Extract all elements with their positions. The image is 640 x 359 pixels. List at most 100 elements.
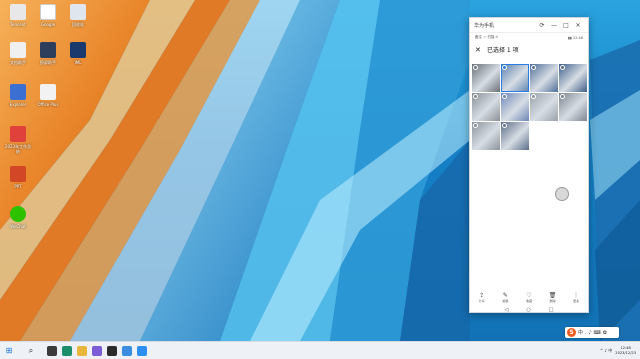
edge-taskbar-button[interactable] <box>59 342 74 359</box>
checked-icon[interactable] <box>502 65 507 70</box>
more-button[interactable]: ⋮ 更多 <box>568 292 584 303</box>
photo-thumbnail[interactable] <box>530 93 558 121</box>
minimize-button[interactable]: — <box>548 22 560 29</box>
clock[interactable]: 12:48 2023/12/23 <box>615 346 636 356</box>
ime-voice-icon[interactable]: ♪ <box>588 330 591 336</box>
checkbox-icon[interactable] <box>531 65 536 70</box>
checkbox-icon[interactable] <box>473 65 478 70</box>
desktop-icon-label: Google <box>40 22 56 27</box>
explorer-taskbar-button[interactable] <box>74 342 89 359</box>
photo-thumbnail[interactable] <box>530 64 558 92</box>
desktop-icon-recycle-bin[interactable]: 回收站 <box>64 4 92 27</box>
checkbox-icon[interactable] <box>560 94 565 99</box>
delete-button[interactable]: 🗑 删除 <box>545 292 561 303</box>
share-icon: ⇪ <box>479 292 485 299</box>
ime-skin-icon[interactable]: ✿ <box>603 330 607 336</box>
desktop-icon-tencent[interactable]: Tencent <box>4 4 32 27</box>
share-button[interactable]: ⇪ 分享 <box>474 292 490 303</box>
clock-date: 2023/12/23 <box>615 351 636 355</box>
sogou-logo-icon[interactable]: S <box>567 328 576 337</box>
checkbox-icon[interactable] <box>560 65 565 70</box>
close-window-button[interactable]: ✕ <box>572 22 584 29</box>
desktop-icon-label: 文档助手 <box>10 60 26 65</box>
system-tray: ^ ♪ 中 12:48 2023/12/23 <box>600 342 640 359</box>
touch-pointer-indicator <box>555 187 569 201</box>
action-label: 收藏 <box>525 299 532 303</box>
photo-thumbnail[interactable] <box>472 64 500 92</box>
selection-title: 已选择 1 项 <box>487 47 519 54</box>
terminal-taskbar-button[interactable] <box>104 342 119 359</box>
ime-toolbar[interactable]: S 中 ⸳ ♪ ⌨ ✿ <box>565 327 619 338</box>
photo-thumbnail[interactable] <box>472 122 500 150</box>
checkbox-icon[interactable] <box>531 94 536 99</box>
start-button[interactable]: ⊞ <box>0 342 18 359</box>
window-title: 华为手机 <box>474 22 495 29</box>
close-icon[interactable]: ✕ <box>475 46 487 54</box>
desktop-icon-explorer[interactable]: Explorer <box>4 84 32 107</box>
desktop-icon-pdf[interactable]: 2023年工作总结 <box>4 126 32 154</box>
edit-button[interactable]: ✎ 编辑 <box>497 292 513 303</box>
desktop-icon-label: IML <box>74 60 82 65</box>
back-icon[interactable]: ◁ <box>505 307 509 313</box>
window-titlebar[interactable]: 华为手机 ⟳ — □ ✕ <box>470 18 588 33</box>
checkbox-icon[interactable] <box>502 123 507 128</box>
desktop-icon-wechat[interactable]: WeChat <box>4 206 32 229</box>
desktop-icon-google[interactable]: Google <box>34 4 62 27</box>
file-icon <box>10 84 26 100</box>
tray-icons[interactable]: ^ ♪ 中 <box>600 348 612 354</box>
checkbox-icon[interactable] <box>473 123 478 128</box>
desktop-icon-ppt[interactable]: PPT <box>4 166 32 189</box>
taskview-taskbar-button[interactable] <box>44 342 59 359</box>
photo-thumbnail[interactable] <box>559 93 587 121</box>
store-taskbar-button[interactable] <box>89 342 104 359</box>
desktop-icon-label: Tencent <box>10 22 26 27</box>
desktop-icon-label: Explorer <box>9 102 27 107</box>
photo-thumbnail[interactable] <box>501 122 529 150</box>
photo-thumbnail[interactable] <box>501 64 529 92</box>
recents-icon[interactable]: □ <box>549 307 554 313</box>
desktop-icon-cast[interactable]: 投屏助手 <box>34 42 62 65</box>
app-icon <box>10 4 26 20</box>
more-icon: ⋮ <box>573 292 580 299</box>
wechat-icon <box>10 206 26 222</box>
office-icon <box>40 84 56 100</box>
photo-grid <box>472 64 588 150</box>
taskbar-apps <box>44 342 149 359</box>
chrome-icon <box>40 4 56 20</box>
monitor-icon <box>40 42 56 58</box>
photo-thumbnail[interactable] <box>501 93 529 121</box>
phone-status-bar: 备注 ☆ 扫描 ⊙ ▮▮ 12:48 <box>470 33 588 42</box>
photo-thumbnail[interactable] <box>472 93 500 121</box>
app-icon <box>10 42 26 58</box>
edge-icon <box>61 345 72 356</box>
checkbox-icon[interactable] <box>502 94 507 99</box>
photo-thumbnail[interactable] <box>559 64 587 92</box>
desktop-icon-label: 2023年工作总结 <box>4 144 32 154</box>
taskview-icon <box>46 345 57 356</box>
mail-icon <box>121 345 132 356</box>
phone-mirror-window[interactable]: 华为手机 ⟳ — □ ✕ 备注 ☆ 扫描 ⊙ ▮▮ 12:48 ✕ 已选择 1 … <box>469 17 589 313</box>
phone-link-taskbar-button[interactable] <box>134 342 149 359</box>
ime-lang-toggle[interactable]: 中 <box>578 329 583 336</box>
edit-icon: ✎ <box>502 292 508 299</box>
rotate-icon[interactable]: ⟳ <box>536 22 548 29</box>
taskbar: ⊞ ⌕ ^ ♪ 中 12:48 2023/12/23 <box>0 341 640 359</box>
ime-punct-toggle[interactable]: ⸳ <box>585 330 586 336</box>
home-icon[interactable]: ○ <box>526 307 530 313</box>
desktop-icon-doc-helper[interactable]: 文档助手 <box>4 42 32 65</box>
action-bar: ⇪ 分享 ✎ 编辑 ♡ 收藏 🗑 删除 ⋮ 更多 <box>470 292 588 306</box>
desktop-icon-label: 回收站 <box>72 22 84 27</box>
mail-taskbar-button[interactable] <box>119 342 134 359</box>
ppt-file-icon <box>10 126 26 142</box>
status-left: 备注 ☆ 扫描 ⊙ <box>475 35 499 39</box>
favorite-button[interactable]: ♡ 收藏 <box>521 292 537 303</box>
desktop-icon-office[interactable]: Office Plus <box>34 84 62 107</box>
desktop-icon-label: 投屏助手 <box>40 60 56 65</box>
ime-keyboard-icon[interactable]: ⌨ <box>594 330 601 336</box>
store-icon <box>91 345 102 356</box>
checkbox-icon[interactable] <box>473 94 478 99</box>
search-icon[interactable]: ⌕ <box>18 342 44 359</box>
desktop-icon-label: Office Plus <box>37 102 59 107</box>
desktop-icon-iml[interactable]: IML <box>64 42 92 65</box>
maximize-button[interactable]: □ <box>560 22 572 29</box>
